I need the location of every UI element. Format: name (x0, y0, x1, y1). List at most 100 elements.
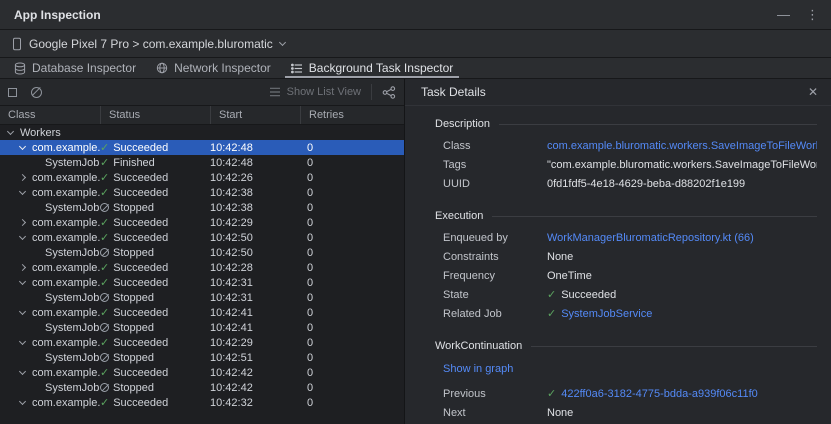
chevron-collapsed-icon[interactable] (19, 174, 26, 181)
constraints-value: None (547, 250, 573, 264)
column-header-class[interactable]: Class (0, 106, 100, 124)
start-time: 10:42:48 (210, 157, 300, 169)
chevron-expanded-icon[interactable] (19, 188, 26, 195)
table-row[interactable]: com.example.bl✓ Succeeded 10:42:410 (0, 305, 404, 320)
chevron-collapsed-icon[interactable] (19, 219, 26, 226)
status-success-icon: ✓ (100, 141, 109, 154)
status-label: Stopped (113, 292, 154, 304)
more-options-icon[interactable]: ⋮ (806, 8, 819, 21)
worker-class-label: SystemJobS (45, 322, 100, 334)
status-label: Succeeded (113, 397, 168, 409)
table-row[interactable]: com.example.bl✓Succeeded10:42:310 (0, 275, 404, 290)
worker-class-label: SystemJobS (45, 292, 100, 304)
table-row[interactable]: SystemJobSStopped10:42:380 (0, 200, 404, 215)
status-success-icon: ✓ (100, 366, 109, 379)
column-header-status[interactable]: Status (100, 106, 210, 124)
retries-count: 0 (300, 247, 404, 259)
chevron-expanded-icon[interactable] (19, 278, 26, 285)
chevron-expanded-icon[interactable] (19, 143, 26, 150)
status-label: Stopped (113, 202, 154, 214)
table-group-row[interactable]: Workers (0, 125, 404, 140)
chevron-expanded-icon[interactable] (19, 338, 26, 345)
status-success-icon: ✓ (100, 186, 109, 199)
table-row[interactable]: SystemJobSStopped10:42:500 (0, 245, 404, 260)
table-row[interactable]: SystemJobS✓Finished10:42:480 (0, 155, 404, 170)
show-graph-view-icon[interactable] (382, 86, 396, 99)
status-success-icon: ✓ (100, 306, 109, 319)
titlebar: App Inspection — ⋮ (0, 0, 831, 30)
start-time: 10:42:50 (210, 232, 300, 244)
chevron-expanded-icon[interactable] (19, 398, 26, 405)
table-row[interactable]: SystemJobSStopped10:42:420 (0, 380, 404, 395)
start-time: 10:42:41 (210, 322, 300, 334)
tab-background-task-inspector[interactable]: Background Task Inspector (281, 58, 464, 78)
section-heading: Execution (435, 210, 483, 222)
database-icon (14, 62, 26, 75)
toolbar-separator (371, 84, 372, 100)
section-divider (499, 124, 817, 125)
status-label: Succeeded (113, 262, 168, 274)
worker-class-label: com.example.bl (32, 262, 100, 274)
worker-class-label: com.example.bl (32, 187, 100, 199)
close-icon[interactable]: ✕ (808, 85, 818, 99)
worker-class-label: SystemJobS (45, 157, 100, 169)
table-row[interactable]: SystemJobSStopped10:42:410 (0, 320, 404, 335)
start-time: 10:42:50 (210, 247, 300, 259)
column-header-start[interactable]: Start (210, 106, 300, 124)
table-row[interactable]: SystemJobSStopped10:42:510 (0, 350, 404, 365)
chevron-expanded-icon[interactable] (19, 233, 26, 240)
table-row[interactable]: com.example.bl✓Succeeded10:42:260 (0, 170, 404, 185)
table-row[interactable]: com.example.bl✓Succeeded10:42:290 (0, 215, 404, 230)
worker-class-label: SystemJobS (45, 247, 100, 259)
table-row[interactable]: com.example.bl✓Succeeded10:42:380 (0, 185, 404, 200)
worker-class-label: com.example.bl (32, 232, 100, 244)
minimize-icon[interactable]: — (777, 8, 790, 21)
status-success-icon: ✓ (100, 336, 109, 349)
table-toolbar: Show List View (0, 79, 404, 106)
worker-table-panel: Show List View Class Status (0, 79, 405, 424)
device-process-selector[interactable]: Google Pixel 7 Pro > com.example.bluroma… (12, 37, 285, 51)
retries-count: 0 (300, 217, 404, 229)
tab-database-inspector[interactable]: Database Inspector (4, 58, 146, 78)
stop-inspector-icon[interactable] (8, 88, 17, 97)
section-execution: Execution Enqueued by WorkManagerBluroma… (435, 210, 817, 321)
column-header-retries[interactable]: Retries (300, 106, 404, 124)
show-in-graph-link[interactable]: Show in graph (443, 363, 513, 375)
status-label: Succeeded (113, 172, 168, 184)
section-workcontinuation: WorkContinuation Show in graph Previous … (435, 340, 817, 424)
worker-class-link[interactable]: com.example.bluromatic.workers.SaveImage… (547, 139, 817, 153)
field-label: Frequency (443, 269, 547, 283)
table-row[interactable]: com.example.bl✓Succeeded10:42:480 (0, 140, 404, 155)
chevron-expanded-icon[interactable] (19, 308, 26, 315)
table-row[interactable]: com.example.bl✓Succeeded10:42:280 (0, 260, 404, 275)
chevron-expanded-icon[interactable] (7, 128, 14, 135)
retries-count: 0 (300, 322, 404, 334)
retries-count: 0 (300, 292, 404, 304)
chevron-collapsed-icon[interactable] (19, 264, 26, 271)
status-label: Succeeded (113, 217, 168, 229)
start-time: 10:42:41 (210, 307, 300, 319)
tab-label: Network Inspector (174, 61, 271, 75)
retries-count: 0 (300, 397, 404, 409)
status-label: Succeeded (113, 277, 168, 289)
show-list-view-button[interactable]: Show List View (269, 86, 361, 98)
table-row[interactable]: com.example.bl✓Succeeded10:42:500 (0, 230, 404, 245)
status-stopped-icon (100, 203, 109, 212)
table-row[interactable]: com.example.bl✓Succeeded10:42:420 (0, 365, 404, 380)
worker-class-label: SystemJobS (45, 352, 100, 364)
previous-work-link[interactable]: 422ff0a6-3182-4775-bdda-a939f06c11f0 (561, 387, 758, 401)
table-row[interactable]: com.example.bl✓Succeeded10:42:320 (0, 395, 404, 410)
enqueued-by-link[interactable]: WorkManagerBluromaticRepository.kt (66) (547, 231, 754, 245)
retries-count: 0 (300, 307, 404, 319)
status-label: Succeeded (113, 337, 168, 349)
table-row[interactable]: com.example.bl✓Succeeded10:42:290 (0, 335, 404, 350)
table-row[interactable]: SystemJobSStopped10:42:310 (0, 290, 404, 305)
status-stopped-icon (100, 323, 109, 332)
start-time: 10:42:42 (210, 382, 300, 394)
tab-network-inspector[interactable]: Network Inspector (146, 58, 281, 78)
status-label: Succeeded (113, 307, 168, 319)
worker-class-label: com.example.bl (32, 307, 100, 319)
related-job-link[interactable]: SystemJobService (561, 307, 652, 321)
cancel-work-icon[interactable] (31, 87, 42, 98)
chevron-expanded-icon[interactable] (19, 368, 26, 375)
